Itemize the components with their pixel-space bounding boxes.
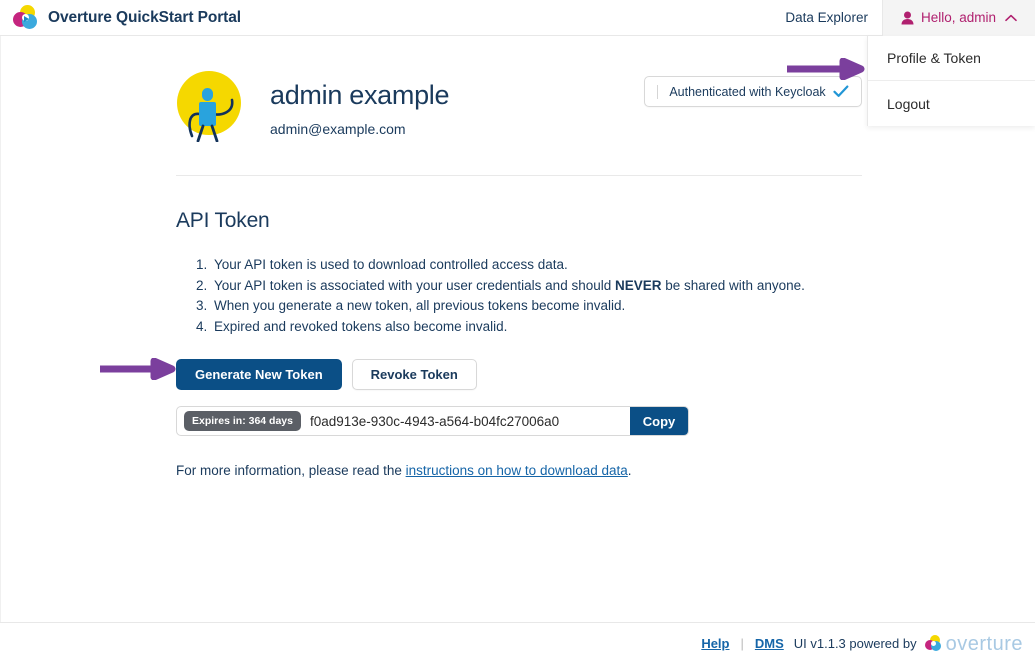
more-info-prefix: For more information, please read the (176, 463, 406, 478)
content-column: admin example admin@example.com Authenti… (176, 36, 862, 478)
user-dropdown-menu: Profile & Token Logout (867, 36, 1035, 126)
list-item: Expired and revoked tokens also become i… (211, 317, 862, 338)
list-item: When you generate a new token, all previ… (211, 296, 862, 317)
page-title: admin example (270, 80, 450, 110)
nav-item-data-explorer[interactable]: Data Explorer (771, 0, 882, 36)
note-emphasis: NEVER (615, 277, 662, 293)
profile-email: admin@example.com (270, 121, 406, 138)
auth-status-label: Authenticated with Keycloak (669, 84, 826, 99)
user-avatar-illustration (176, 70, 248, 143)
api-token-heading: API Token (176, 209, 270, 232)
footer-version-text: UI v1.1.3 powered by (793, 636, 917, 651)
user-menu-label: Hello, admin (920, 10, 996, 25)
download-instructions-link[interactable]: instructions on how to download data (406, 463, 628, 478)
note-text-tail: be shared with anyone. (661, 277, 805, 293)
token-actions: Generate New Token Revoke Token (176, 359, 862, 390)
brand[interactable]: Overture QuickStart Portal (0, 5, 241, 30)
overture-wordmark: overture (945, 632, 1023, 655)
token-display-field[interactable]: Expires in: 364 days f0ad913e-930c-4943-… (176, 406, 689, 436)
auth-status-badge: Authenticated with Keycloak (644, 76, 862, 107)
dropdown-item-logout[interactable]: Logout (868, 81, 1035, 126)
note-text: Your API token is associated with your u… (214, 277, 615, 293)
section-divider (176, 175, 862, 176)
api-token-notes-list: Your API token is used to download contr… (176, 255, 862, 337)
top-header: Overture QuickStart Portal Data Explorer… (0, 0, 1035, 36)
note-text: Expired and revoked tokens also become i… (214, 318, 508, 334)
list-item: Your API token is used to download contr… (211, 255, 862, 276)
copy-token-button[interactable]: Copy (630, 407, 688, 435)
note-text: When you generate a new token, all previ… (214, 298, 626, 313)
revoke-token-button[interactable]: Revoke Token (351, 359, 477, 390)
note-text: Your API token is used to download contr… (214, 257, 568, 272)
overture-logo-icon (924, 635, 942, 652)
overture-logo-icon (13, 5, 38, 30)
generate-new-token-button[interactable]: Generate New Token (176, 359, 342, 390)
footer-dms-link[interactable]: DMS (755, 636, 784, 651)
more-information-text: For more information, please read the in… (176, 463, 862, 478)
dropdown-item-profile-token[interactable]: Profile & Token (868, 36, 1035, 81)
page-footer: Help | DMS UI v1.1.3 powered by overture (0, 622, 1035, 664)
profile-text: admin example admin@example.com (270, 64, 450, 138)
more-info-suffix: . (627, 463, 632, 478)
chevron-up-icon (1005, 14, 1017, 21)
token-value: f0ad913e-930c-4943-a564-b04fc27006a0 (309, 413, 560, 429)
user-menu-button[interactable]: Hello, admin (881, 0, 1035, 36)
token-expiry-badge: Expires in: 364 days (184, 411, 301, 431)
profile-section: admin example admin@example.com Authenti… (176, 36, 862, 143)
footer-separator: | (740, 636, 744, 651)
check-icon (833, 85, 849, 97)
brand-title: Overture QuickStart Portal (48, 8, 241, 26)
footer-brand: overture (924, 632, 1023, 655)
user-icon (901, 11, 914, 24)
list-item: Your API token is associated with your u… (211, 276, 862, 297)
app-root: Overture QuickStart Portal Data Explorer… (0, 0, 1035, 664)
footer-help-link[interactable]: Help (701, 636, 729, 651)
